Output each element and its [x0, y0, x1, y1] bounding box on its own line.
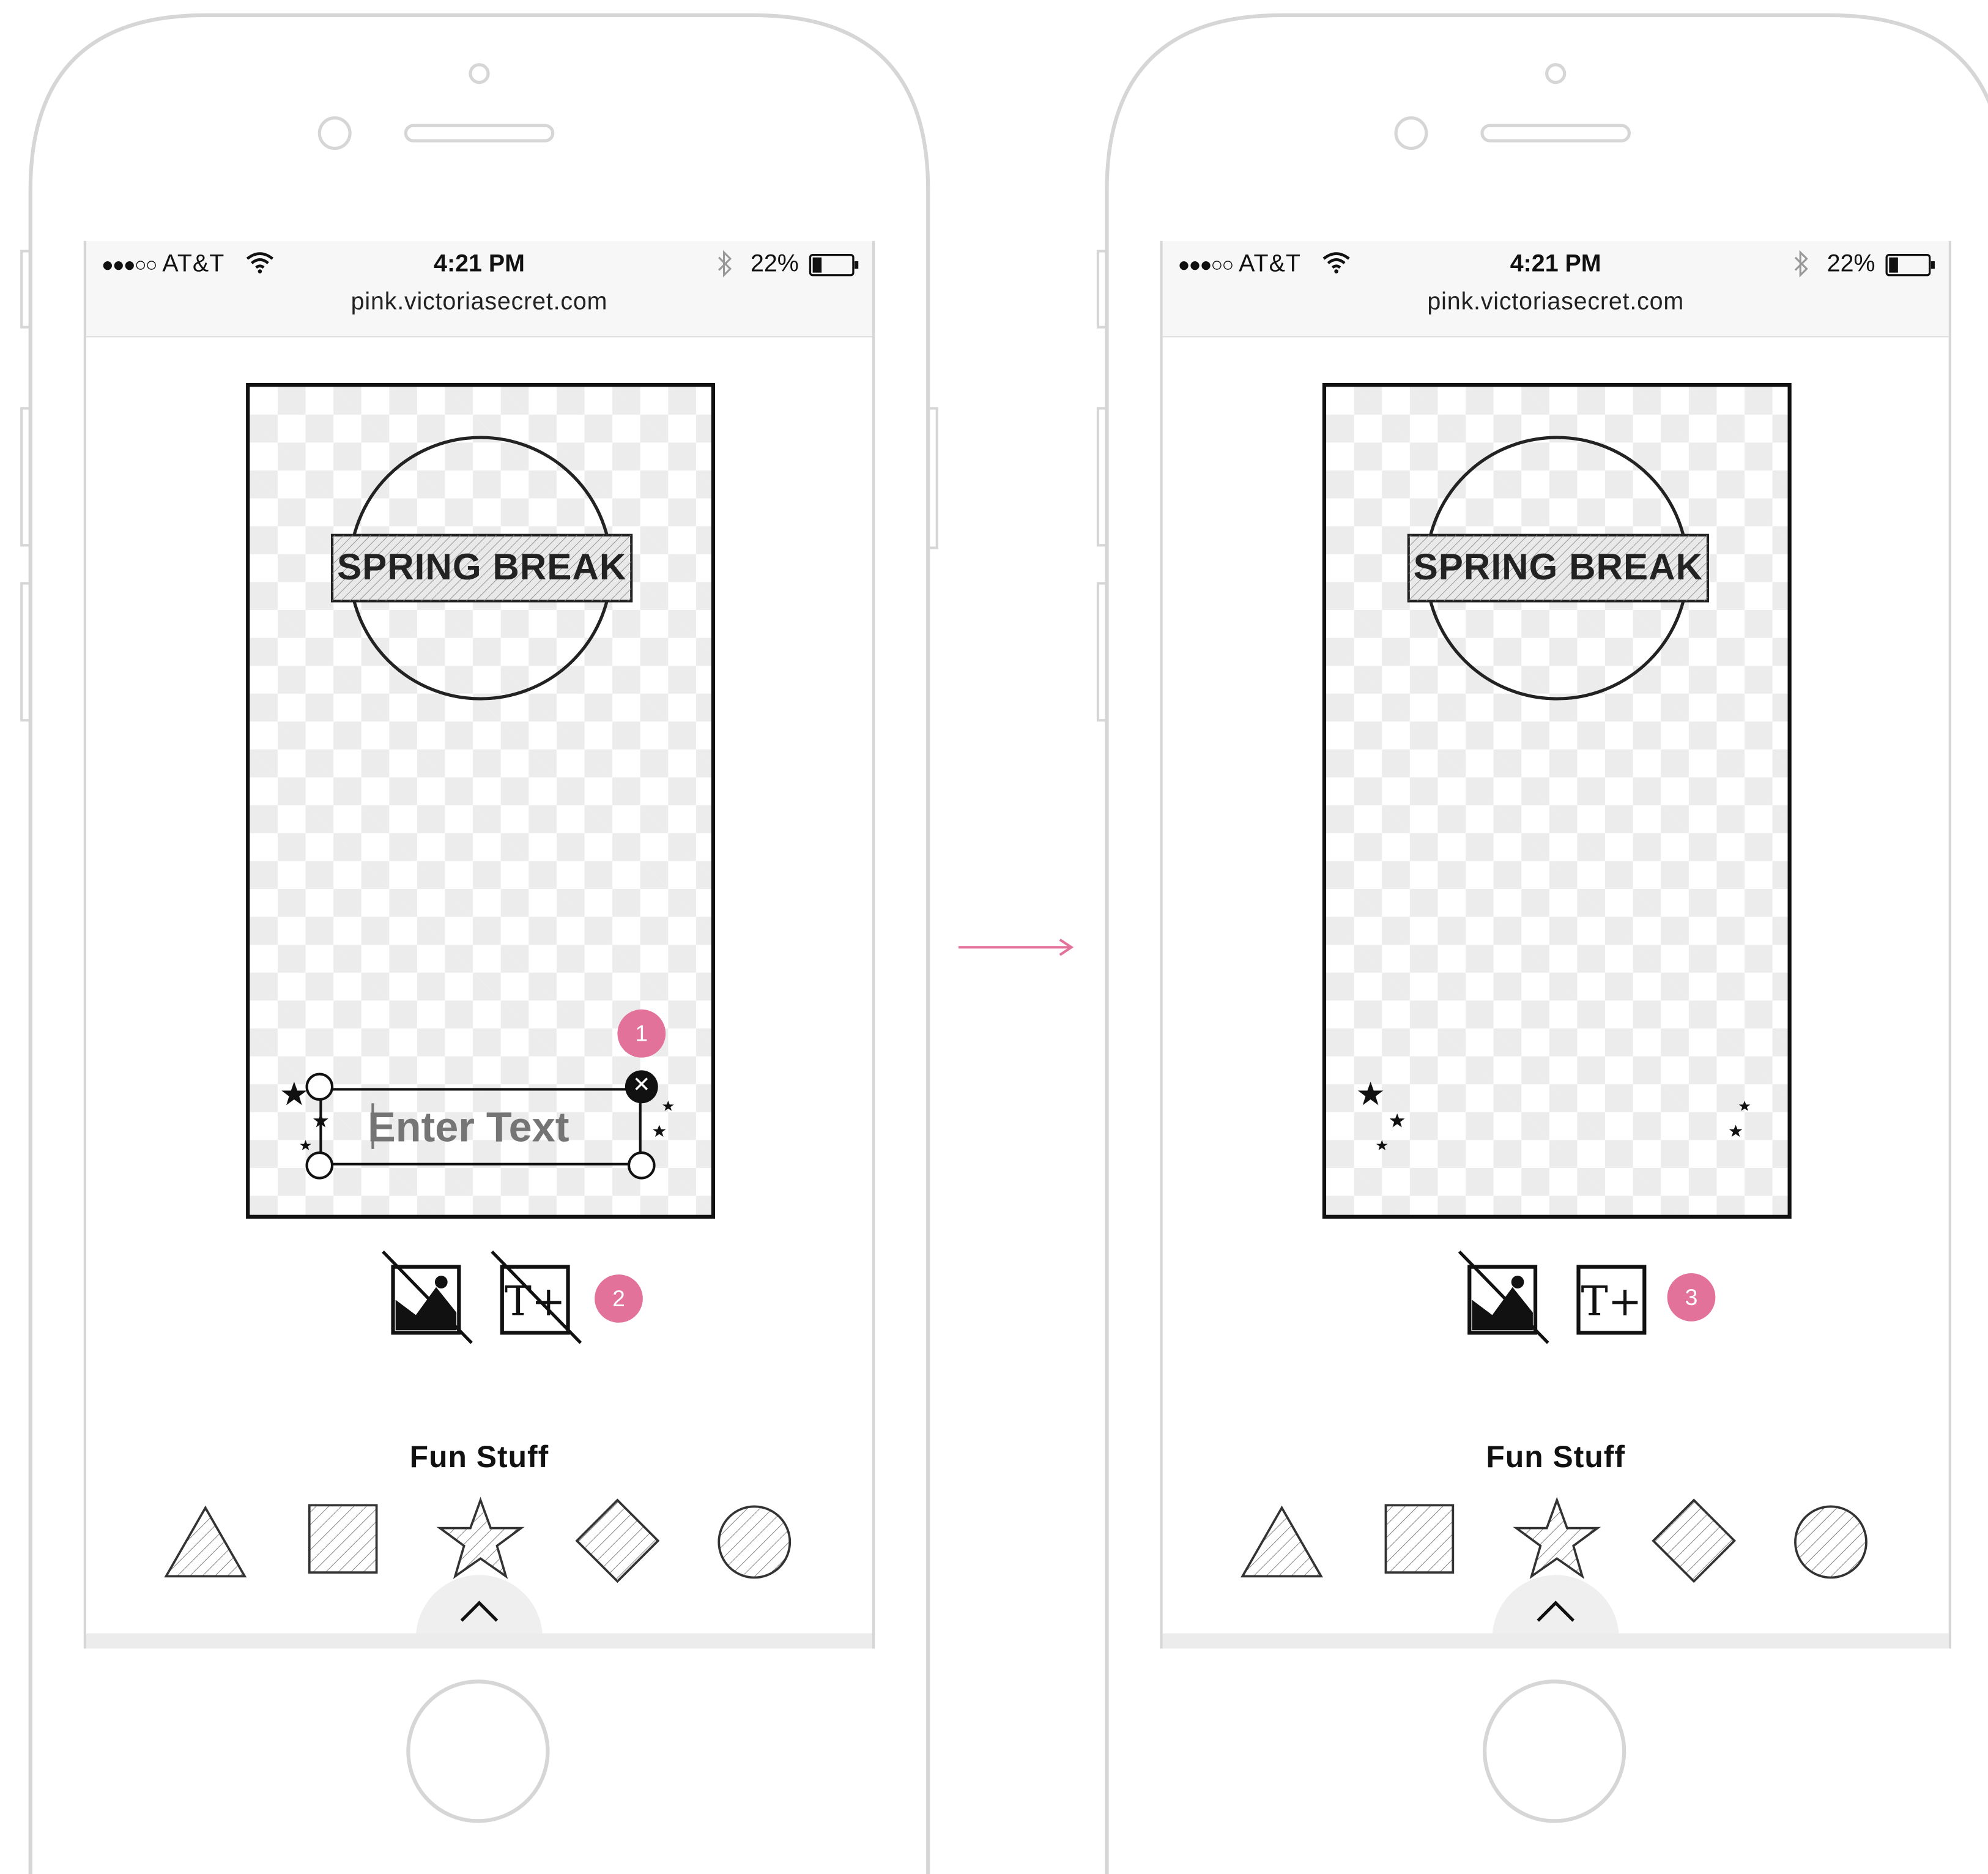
- fun-stuff-title: Fun Stuff: [409, 1440, 549, 1475]
- text-plus-label: T+: [1581, 1277, 1642, 1325]
- text-plus-icon[interactable]: T+: [1566, 1249, 1665, 1348]
- battery-percent: 22%: [750, 251, 799, 278]
- chevron-up-icon: [1537, 1601, 1575, 1622]
- step-badge-1: 1: [617, 1009, 666, 1058]
- fun-stuff-title: Fun Stuff: [1486, 1440, 1625, 1475]
- text-plus-icon[interactable]: T+: [489, 1249, 588, 1348]
- design-canvas[interactable]: SPRING BREAK: [1322, 382, 1792, 1219]
- address-bar-url[interactable]: pink.victoriasecret.com: [1163, 289, 1949, 318]
- square-icon[interactable]: [307, 1503, 380, 1576]
- bottom-bar: [1162, 1633, 1949, 1649]
- chevron-up-icon: [460, 1601, 499, 1622]
- resize-handle-bottom-right[interactable]: [627, 1151, 656, 1180]
- battery-icon: [809, 253, 859, 277]
- bottom-bar: [86, 1633, 873, 1649]
- star-sticker-decoration: [1357, 1082, 1751, 1150]
- arrow-right-icon: [958, 939, 1074, 956]
- design-canvas[interactable]: SPRING BREAK ✕ 1: [246, 382, 716, 1219]
- phone-screen: ●●●○○ AT&T 4:21 PM 22% pink.victoriasecr…: [1160, 240, 1951, 1649]
- phone-screen: ●●●○○ AT&T 4:21 PM 22% pink.victoriasecr…: [83, 240, 875, 1649]
- image-icon[interactable]: [1457, 1249, 1556, 1348]
- stage: ●●●○○ AT&T 4:21 PM 22% pink.victoriasecr…: [0, 0, 1988, 1874]
- circle-icon[interactable]: [1792, 1503, 1871, 1582]
- step-badge-3: 3: [1667, 1273, 1716, 1322]
- text-input-box[interactable]: [319, 1088, 642, 1166]
- battery-icon: [1885, 253, 1935, 277]
- triangle-icon[interactable]: [162, 1503, 248, 1582]
- diamond-icon[interactable]: [573, 1497, 662, 1585]
- triangle-icon[interactable]: [1239, 1503, 1325, 1582]
- close-icon[interactable]: ✕: [625, 1070, 658, 1104]
- bluetooth-icon: [718, 250, 732, 278]
- resize-handle-top-left[interactable]: [305, 1073, 334, 1101]
- square-icon[interactable]: [1383, 1503, 1456, 1576]
- bluetooth-icon: [1794, 250, 1808, 278]
- star-icon[interactable]: [1513, 1497, 1601, 1583]
- browser-status-bar: ●●●○○ AT&T 4:21 PM 22% pink.victoriasecr…: [86, 240, 873, 338]
- diamond-icon[interactable]: [1650, 1497, 1738, 1585]
- resize-handle-bottom-left[interactable]: [305, 1151, 334, 1180]
- browser-status-bar: ●●●○○ AT&T 4:21 PM 22% pink.victoriasecr…: [1162, 240, 1949, 338]
- star-icon[interactable]: [436, 1497, 525, 1583]
- battery-percent: 22%: [1827, 251, 1875, 278]
- image-icon[interactable]: [380, 1249, 480, 1348]
- phone-mockup-after: ●●●○○ AT&T 4:21 PM 22% pink.victoriasecr…: [1077, 0, 1988, 1874]
- enter-text-field[interactable]: [368, 1095, 609, 1159]
- circle-icon[interactable]: [715, 1503, 794, 1582]
- step-badge-2: 2: [595, 1274, 643, 1323]
- phone-mockup-before: ●●●○○ AT&T 4:21 PM 22% pink.victoriasecr…: [0, 0, 963, 1874]
- address-bar-url[interactable]: pink.victoriasecret.com: [86, 289, 872, 318]
